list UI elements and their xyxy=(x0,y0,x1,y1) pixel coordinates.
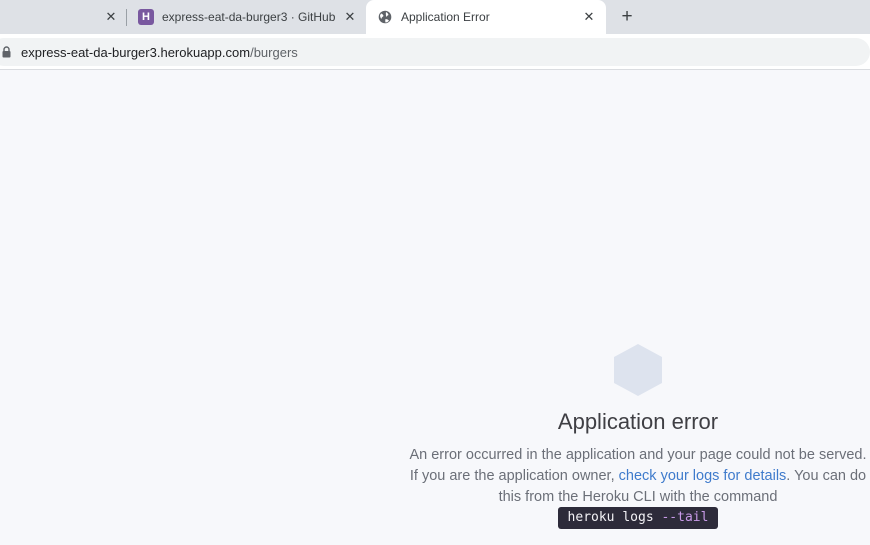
tab-previous[interactable]: ✕ xyxy=(0,0,126,34)
hexagon-icon xyxy=(614,344,662,396)
new-tab-icon[interactable]: + xyxy=(617,7,637,27)
url-path: /burgers xyxy=(250,45,298,60)
tab-close-icon[interactable]: ✕ xyxy=(342,9,358,25)
error-heading: Application error xyxy=(557,409,719,434)
error-message: An error occurred in the application and… xyxy=(408,445,868,508)
heroku-favicon-icon: H xyxy=(138,9,154,25)
address-url[interactable]: express-eat-da-burger3.herokuapp.com/bur… xyxy=(21,45,298,60)
tab-title: Application Error xyxy=(401,10,490,24)
url-host: express-eat-da-burger3.herokuapp.com xyxy=(21,45,251,60)
tab-strip: ✕ H express-eat-da-burger3 · GitHub ✕ Ap… xyxy=(0,0,870,34)
cli-command: heroku logs --tail xyxy=(558,507,718,529)
tab-github[interactable]: H express-eat-da-burger3 · GitHub ✕ xyxy=(127,0,365,34)
lock-icon[interactable] xyxy=(2,46,11,58)
tab-application-error[interactable]: Application Error ✕ xyxy=(366,0,606,34)
command-text: heroku logs xyxy=(567,510,654,525)
tab-close-icon[interactable]: ✕ xyxy=(103,9,119,25)
tab-title: express-eat-da-burger3 · GitHub xyxy=(162,10,335,24)
globe-icon xyxy=(378,10,392,24)
tab-close-icon[interactable]: ✕ xyxy=(581,9,597,25)
command-flag: --tail xyxy=(661,510,709,525)
check-logs-link[interactable]: check your logs for details xyxy=(619,468,787,484)
